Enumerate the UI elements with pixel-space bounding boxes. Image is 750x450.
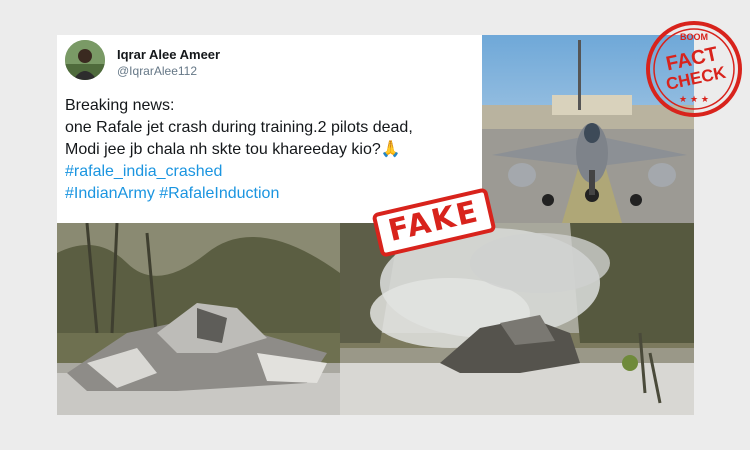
tweet-text: Breaking news: one Rafale jet crash duri… xyxy=(65,95,485,205)
svg-text:BOOM: BOOM xyxy=(680,32,708,42)
folded-hands-icon: 🙏 xyxy=(380,141,401,158)
tweet-text-line: one Rafale jet crash during training.2 p… xyxy=(65,119,413,136)
crash-wreckage-photo[interactable] xyxy=(57,223,340,415)
avatar[interactable] xyxy=(65,40,105,80)
fact-check-seal-icon: BOOM FACT CHECK ★ ★ ★ xyxy=(646,21,742,117)
tweet-text-content: Modi jee jb chala nh skte tou khareeday … xyxy=(65,141,381,158)
tweet-card: Iqrar Alee Ameer @IqrarAlee112 Breaking … xyxy=(57,35,694,415)
author-handle[interactable]: @IqrarAlee112 xyxy=(117,64,197,78)
tweet-text-line: Breaking news: xyxy=(65,97,175,114)
svg-text:★ ★ ★: ★ ★ ★ xyxy=(679,95,709,105)
tweet-text-line: Modi jee jb chala nh skte tou khareeday … xyxy=(65,139,485,161)
author-name[interactable]: Iqrar Alee Ameer xyxy=(117,47,220,62)
hashtag-link[interactable]: #rafale_india_crashed xyxy=(65,161,485,183)
